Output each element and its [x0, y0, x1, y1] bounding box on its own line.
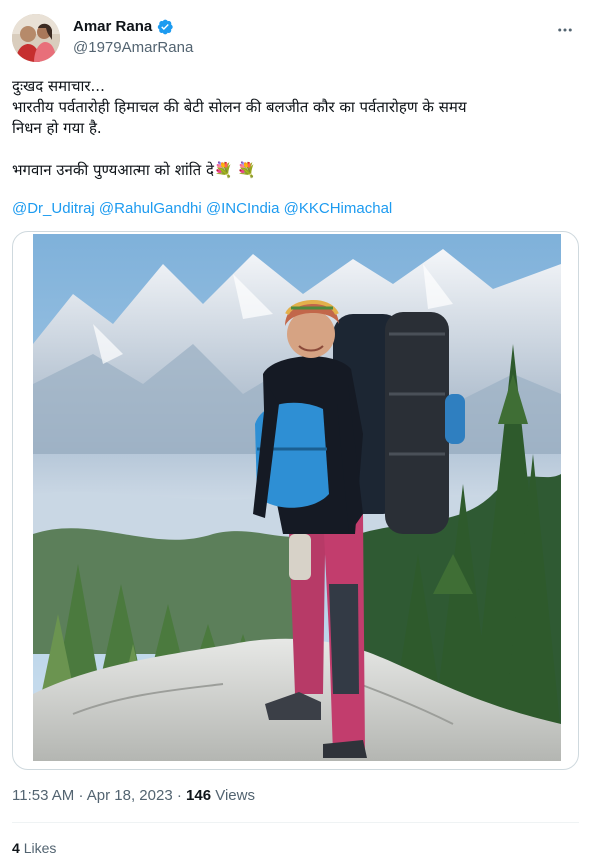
tweet-header: Amar Rana @1979AmarRana — [12, 14, 579, 66]
tweet-condolence: भगवान उनकी पुण्यआत्मा को शांति दे💐 💐 — [12, 161, 257, 179]
mention-link[interactable]: @RahulGandhi — [99, 200, 202, 217]
tweet: Amar Rana @1979AmarRana दुःखद समाचार... … — [0, 0, 591, 862]
name-row: Amar Rana — [73, 17, 193, 37]
tweet-media[interactable] — [12, 231, 579, 770]
tweet-time[interactable]: 11:53 AM — [12, 787, 74, 804]
mention-link[interactable]: @Dr_Uditraj — [12, 200, 95, 217]
tweet-line: निधन हो गया है. — [12, 119, 102, 137]
likes-link[interactable]: 4 Likes — [12, 838, 56, 858]
views-label: Views — [215, 787, 255, 804]
tweet-mentions: @Dr_Uditraj @RahulGandhi @INCIndia @KKCH… — [12, 199, 392, 219]
display-name[interactable]: Amar Rana — [73, 17, 152, 37]
tweet-line: भारतीय पर्वतारोही हिमाचल की बेटी सोलन की… — [12, 98, 467, 116]
meta-separator: · — [78, 787, 84, 804]
more-options-icon[interactable] — [551, 16, 579, 44]
author-names: Amar Rana @1979AmarRana — [73, 17, 193, 58]
mention-link[interactable]: @KKCHimachal — [284, 200, 393, 217]
views-count: 146 — [186, 787, 212, 804]
tweet-text: दुःखद समाचार... भारतीय पर्वतारोही हिमाचल… — [12, 76, 572, 181]
likes-count: 4 — [12, 840, 20, 856]
meta-separator: · — [176, 787, 182, 804]
mountaineer-photo[interactable] — [33, 234, 561, 761]
likes-label: Likes — [23, 840, 57, 856]
divider — [12, 822, 579, 823]
tweet-date[interactable]: Apr 18, 2023 — [87, 787, 173, 804]
verified-badge-icon[interactable] — [156, 18, 174, 36]
mention-link[interactable]: @INCIndia — [206, 200, 280, 217]
avatar[interactable] — [12, 14, 60, 62]
tweet-meta: 11:53 AM · Apr 18, 2023 · 146 Views — [12, 786, 255, 806]
tweet-line: दुःखद समाचार... — [12, 77, 105, 95]
author-handle[interactable]: @1979AmarRana — [73, 38, 193, 58]
